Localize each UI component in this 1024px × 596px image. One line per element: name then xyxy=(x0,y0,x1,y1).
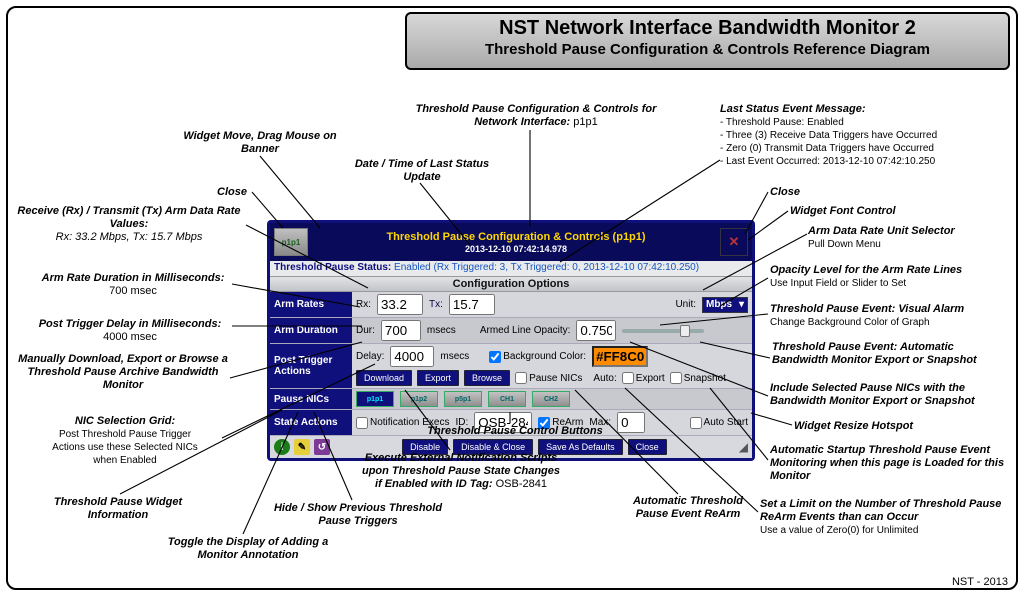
callout-widget-move: Widget Move, Drag Mouse on Banner xyxy=(180,130,340,156)
unit-selector[interactable]: Mbps▾ xyxy=(702,297,748,313)
page-title-line2: Threshold Pause Configuration & Controls… xyxy=(415,41,1000,58)
status-row: Threshold Pause Status: Enabled (Rx Trig… xyxy=(270,261,752,277)
row-post-trigger: Post Trigger Actions xyxy=(270,344,352,388)
config-header: Configuration Options xyxy=(270,277,752,292)
nic-button[interactable]: CH1 xyxy=(488,391,526,407)
download-button[interactable]: Download xyxy=(356,370,412,386)
pause-nics-checkbox[interactable]: Pause NICs xyxy=(515,372,582,384)
tx-input[interactable] xyxy=(449,294,495,315)
callout-rearm: Automatic Threshold Pause Event ReArm xyxy=(618,495,758,521)
footer-credit: NST - 2013 xyxy=(952,576,1008,588)
callout-arm-duration: Arm Rate Duration in Milliseconds: 700 m… xyxy=(38,272,228,298)
page-title-line1: NST Network Interface Bandwidth Monitor … xyxy=(415,17,1000,40)
dialog-title: Threshold Pause Configuration & Controls… xyxy=(312,231,720,254)
nic-button[interactable]: p1p1 xyxy=(356,391,394,407)
auto-snapshot-checkbox[interactable]: Snapshot xyxy=(670,372,726,384)
row-state-actions: State Actions xyxy=(270,410,352,435)
autostart-checkbox[interactable]: Auto Start xyxy=(690,417,748,429)
callout-exec: Execute External Notification Scriptsupo… xyxy=(326,452,596,491)
callout-nic-grid: NIC Selection Grid:Post Threshold Pause … xyxy=(30,415,220,467)
callout-delay: Post Trigger Delay in Milliseconds: 4000… xyxy=(30,318,230,344)
callout-toggle: Toggle the Display of Adding a Monitor A… xyxy=(148,536,348,562)
callout-include-nics: Include Selected Pause NICs with the Ban… xyxy=(770,382,1015,408)
callout-datetime: Date / Time of Last Status Update xyxy=(342,158,502,184)
dialog-banner[interactable]: p1p1 Threshold Pause Configuration & Con… xyxy=(270,223,752,261)
callout-info: Threshold Pause Widget Information xyxy=(48,496,188,522)
auto-export-checkbox[interactable]: Export xyxy=(622,372,665,384)
delay-input[interactable] xyxy=(390,346,434,367)
callout-hide: Hide / Show Previous Threshold Pause Tri… xyxy=(268,502,448,528)
callout-last-status: Last Status Event Message: - Threshold P… xyxy=(720,103,995,168)
callout-download-browse: Manually Download, Export or Browse a Th… xyxy=(18,353,228,392)
callout-unit: Arm Data Rate Unit SelectorPull Down Men… xyxy=(808,225,1018,251)
close-button[interactable]: Close xyxy=(628,439,667,455)
rx-input[interactable] xyxy=(377,294,423,315)
row-arm-rates: Arm Rates xyxy=(270,292,352,317)
opacity-input[interactable] xyxy=(576,320,616,341)
callout-font: Widget Font Control xyxy=(790,205,896,218)
page-title-banner: NST Network Interface Bandwidth Monitor … xyxy=(405,12,1010,70)
callout-title: Threshold Pause Configuration & Controls… xyxy=(396,103,676,129)
callout-autostart: Automatic Startup Threshold Pause Event … xyxy=(770,444,1010,483)
export-button[interactable]: Export xyxy=(417,370,459,386)
chevron-down-icon: ▾ xyxy=(739,299,744,310)
browse-button[interactable]: Browse xyxy=(464,370,510,386)
callout-close-right: Close xyxy=(770,186,800,199)
dur-input[interactable] xyxy=(381,320,421,341)
callout-close-left: Close xyxy=(217,186,247,199)
bgcolor-input[interactable] xyxy=(592,346,648,367)
callout-resize: Widget Resize Hotspot xyxy=(794,420,913,433)
nic-badge: p1p1 xyxy=(274,228,308,256)
nic-button[interactable]: CH2 xyxy=(532,391,570,407)
callout-rxtx: Receive (Rx) / Transmit (Tx) Arm Data Ra… xyxy=(14,205,244,244)
callout-auto-export: Threshold Pause Event: Automatic Bandwid… xyxy=(772,341,1012,367)
resize-handle-icon[interactable]: ◢ xyxy=(739,440,748,454)
nic-button[interactable]: p5p1 xyxy=(444,391,482,407)
opacity-slider[interactable] xyxy=(622,329,704,333)
callout-visual-alarm: Threshold Pause Event: Visual AlarmChang… xyxy=(770,303,1010,329)
nic-button[interactable]: p1p2 xyxy=(400,391,438,407)
callout-opacity: Opacity Level for the Arm Rate LinesUse … xyxy=(770,264,1010,290)
bgcolor-checkbox[interactable]: Background Color: xyxy=(489,351,586,363)
info-icon[interactable]: i xyxy=(274,439,290,455)
row-arm-duration: Arm Duration xyxy=(270,318,352,343)
callout-control-buttons: Threshold Pause Control Buttons xyxy=(400,425,630,438)
row-pause-nics: Pause NICs xyxy=(270,389,352,409)
pencil-icon[interactable]: ✎ xyxy=(294,439,310,455)
callout-max: Set a Limit on the Number of Threshold P… xyxy=(760,498,1010,537)
close-icon[interactable]: ✕ xyxy=(720,228,748,256)
